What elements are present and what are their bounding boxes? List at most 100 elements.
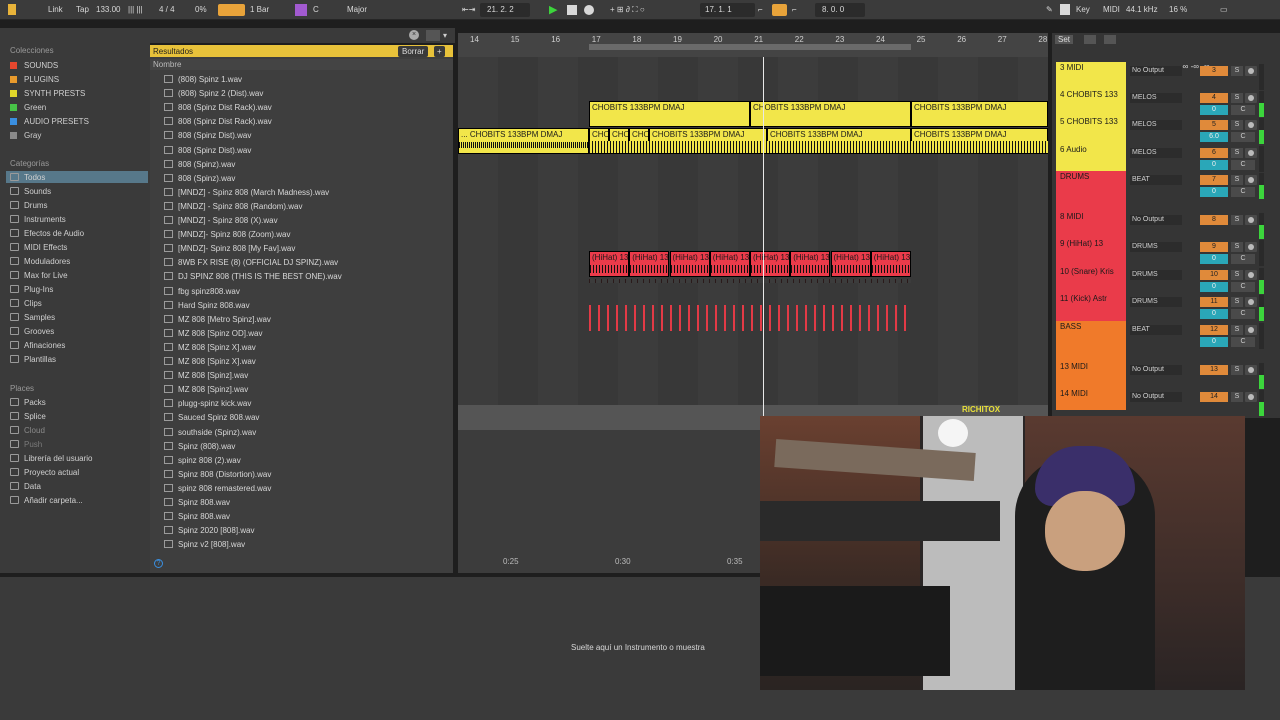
midi-map-button[interactable]: MIDI [1103,5,1120,14]
track-header[interactable]: 9 (HiHat) 13 [1056,238,1126,266]
add-icon[interactable]: + [434,46,445,57]
file-item[interactable]: Spinz 808.wav [164,510,230,523]
output-routing-select[interactable]: No Output [1130,365,1182,375]
volume-field[interactable]: 0 [1200,254,1228,264]
track-header[interactable]: 14 MIDI [1056,388,1126,410]
clip-chobits-1[interactable]: CHOBITS 133BPM DMAJ [589,101,750,127]
track-header[interactable]: 11 (Kick) Astr [1056,293,1126,321]
ruler-bar-number[interactable]: 23 [835,35,844,44]
place-user-library[interactable]: Librería del usuario [10,454,92,463]
track-header[interactable]: 13 MIDI [1056,361,1126,388]
collection-plugins[interactable]: PLUGINS [10,75,59,84]
collection-green[interactable]: Green [10,103,46,112]
output-routing-select[interactable]: BEAT [1130,325,1182,335]
file-item[interactable]: spinz 808 remastered.wav [164,482,271,495]
category-samples[interactable]: Samples [10,313,55,322]
clip-chobits-2[interactable]: CHOBITS 133BPM DMAJ [750,101,911,127]
output-routing-select[interactable]: MELOS [1130,120,1182,130]
arm-record-icon[interactable] [1245,120,1257,130]
ruler-bar-number[interactable]: 17 [592,35,601,44]
track-activator[interactable]: 12 [1200,325,1228,335]
pan-center-button[interactable]: C [1231,337,1255,347]
output-routing-select[interactable]: DRUMS [1130,270,1182,280]
output-routing-select[interactable]: No Output [1130,215,1182,225]
lock-icon[interactable] [1104,35,1116,44]
file-item[interactable]: Sauced Spinz 808.wav [164,411,259,424]
file-item[interactable]: [MNDZ]- Spinz 808 (Zoom).wav [164,228,290,241]
time-ruler-mark[interactable]: 0:25 [503,557,519,566]
solo-button[interactable]: S [1231,270,1243,280]
file-item[interactable]: Spinz v2 [808].wav [164,538,245,551]
category-sounds[interactable]: Sounds [10,187,51,196]
time-ruler-mark[interactable]: 0:30 [615,557,631,566]
arm-record-icon[interactable] [1245,93,1257,103]
clip-hihat[interactable]: (HiHat) 13 [750,251,790,277]
filter-icon[interactable] [426,30,440,41]
add-folder-button[interactable]: Añadir carpeta... [10,496,83,505]
clip-hihat[interactable]: (HiHat) 13 [870,251,911,277]
info-icon[interactable]: ? [154,559,163,568]
loop-length-field[interactable]: 8. 0. 0 [822,5,844,14]
clip-hihat[interactable]: (HiHat) 13 [629,251,670,277]
groove-percent-field[interactable]: 0% [195,5,207,14]
volume-field[interactable]: 0 [1200,309,1228,319]
file-item[interactable]: 808 (Spinz Dist).wav [164,144,251,157]
category-midi-effects[interactable]: MIDI Effects [10,243,67,252]
solo-button[interactable]: S [1231,175,1243,185]
solo-button[interactable]: S [1231,215,1243,225]
pan-center-button[interactable]: C [1231,309,1255,319]
category-todos[interactable]: Todos [10,173,45,182]
ruler-bar-number[interactable]: 26 [957,35,966,44]
arrangement-follow-icon[interactable]: ⇤⇥ [462,5,475,14]
file-item[interactable]: 808 (Spinz).wav [164,158,235,171]
play-icon[interactable]: ▶ [549,3,557,16]
file-item[interactable]: MZ 808 [Spinz X].wav [164,355,256,368]
file-item[interactable]: 808 (Spinz Dist).wav [164,129,251,142]
ruler-bar-number[interactable]: 28 [1038,35,1047,44]
file-item[interactable]: fbg spinz808.wav [164,285,240,298]
file-item[interactable]: MZ 808 [Spinz].wav [164,383,248,396]
pan-center-button[interactable]: C [1231,187,1255,197]
scale-select[interactable]: Major [347,5,367,14]
ruler-bar-number[interactable]: 20 [714,35,723,44]
arm-record-icon[interactable] [1245,270,1257,280]
category-instruments[interactable]: Instruments [10,215,66,224]
solo-button[interactable]: S [1231,148,1243,158]
track-activator[interactable]: 6 [1200,148,1228,158]
loop-switch-icon[interactable] [772,4,787,16]
clip-hihat[interactable]: (HiHat) 13 [790,251,831,277]
output-routing-select[interactable]: No Output [1130,66,1182,76]
category-clips[interactable]: Clips [10,299,42,308]
expand-icon[interactable] [1084,35,1096,44]
link-button[interactable]: Link [48,5,63,14]
solo-button[interactable]: S [1231,93,1243,103]
file-item[interactable]: 808 (Spinz Dist Rack).wav [164,115,272,128]
keyboard-icon[interactable] [1060,4,1070,15]
key-select[interactable]: C [313,5,319,14]
track-header[interactable]: 8 MIDI [1056,211,1126,238]
track-header[interactable]: 4 CHOBITS 133 [1056,89,1126,116]
place-push[interactable]: Push [10,440,42,449]
file-item[interactable]: [MNDZ] - Spinz 808 (X).wav [164,214,278,227]
arm-record-icon[interactable] [1245,325,1257,335]
track-header[interactable]: 10 (Snare) Kris [1056,266,1126,293]
ruler-bar-number[interactable]: 14 [470,35,479,44]
file-item[interactable]: [MNDZ] - Spinz 808 (March Madness).wav [164,186,329,199]
file-item[interactable]: MZ 808 [Metro Spinz].wav [164,313,271,326]
clip-chobits-lead[interactable]: ... CHOBITS 133BPM DMAJ [458,128,589,154]
solo-button[interactable]: S [1231,120,1243,130]
track-header[interactable]: 5 CHOBITS 133 [1056,116,1126,144]
quantization-select[interactable]: 1 Bar [250,5,269,14]
category-drums[interactable]: Drums [10,201,48,210]
category-plugins[interactable]: Plug-Ins [10,285,53,294]
arm-record-icon[interactable] [1245,215,1257,225]
collection-synth-presets[interactable]: SYNTH PRESTS [10,89,85,98]
record-icon[interactable] [584,5,594,15]
file-item[interactable]: Spinz 808.wav [164,496,230,509]
draw-mode-icon[interactable]: ✎ [1046,5,1053,14]
clip-chobits-3[interactable]: CHOBITS 133BPM DMAJ [911,101,1048,127]
solo-button[interactable]: S [1231,297,1243,307]
file-item[interactable]: Spinz 2020 [808].wav [164,524,255,537]
clip-hihat[interactable]: (HiHat) 13 [830,251,871,277]
file-item[interactable]: Spinz 808 (Distortion).wav [164,468,271,481]
